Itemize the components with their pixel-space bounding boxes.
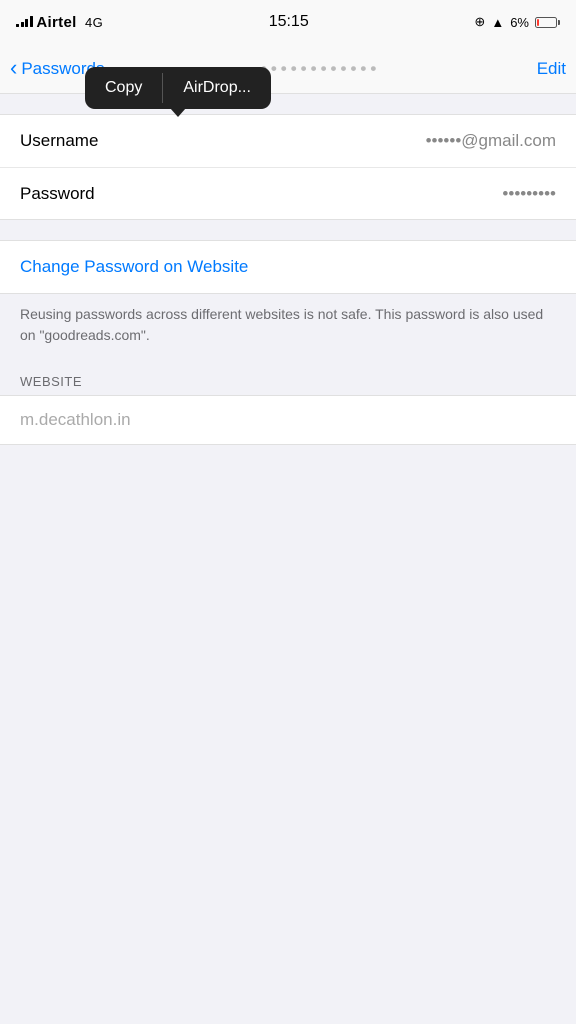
- website-value[interactable]: m.decathlon.in: [0, 396, 576, 444]
- status-bar: Airtel 4G 15:15 ⊕ ▲ 6%: [0, 0, 576, 44]
- battery-icon: [535, 17, 560, 28]
- password-label: Password: [20, 184, 130, 204]
- website-section: m.decathlon.in: [0, 395, 576, 445]
- password-value: •••••••••: [130, 184, 556, 204]
- location-icon: ⊕: [474, 14, 485, 30]
- context-menu-tooltip: Copy AirDrop...: [85, 67, 271, 109]
- carrier-label: Airtel 4G: [16, 14, 103, 31]
- copy-button[interactable]: Copy: [85, 67, 162, 109]
- warning-text: Reusing passwords across different websi…: [20, 304, 556, 346]
- change-password-section: Change Password on Website: [0, 240, 576, 294]
- back-chevron-icon: ‹: [10, 57, 17, 79]
- airdrop-button[interactable]: AirDrop...: [163, 67, 271, 109]
- status-time: 15:15: [269, 13, 309, 31]
- warning-section: Reusing passwords across different websi…: [0, 294, 576, 366]
- change-password-link[interactable]: Change Password on Website: [20, 257, 248, 276]
- signal-icon: [16, 15, 33, 27]
- username-label: Username: [20, 131, 130, 151]
- change-password-row[interactable]: Change Password on Website: [0, 241, 576, 293]
- username-row[interactable]: Username ••••••@gmail.com Copy AirDrop..…: [0, 115, 576, 167]
- password-row[interactable]: Password •••••••••: [0, 167, 576, 219]
- username-value: ••••••@gmail.com: [130, 131, 556, 151]
- middle-gap: [0, 220, 576, 240]
- battery-label: 6%: [510, 15, 529, 30]
- edit-button[interactable]: Edit: [537, 59, 566, 79]
- credentials-section: Username ••••••@gmail.com Copy AirDrop..…: [0, 114, 576, 220]
- wifi-icon: ▲: [491, 15, 504, 30]
- website-section-header: WEBSITE: [0, 366, 576, 395]
- bottom-area: [0, 445, 576, 865]
- status-icons: ⊕ ▲ 6%: [474, 14, 560, 30]
